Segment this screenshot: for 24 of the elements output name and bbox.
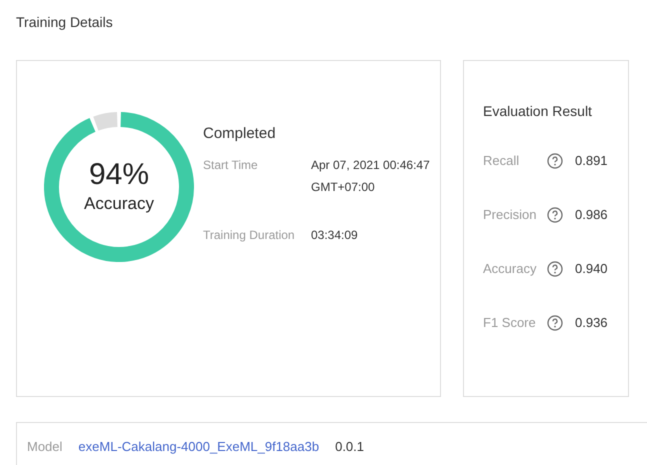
detail-label: Start Time bbox=[203, 156, 259, 174]
panel-title: Evaluation Result bbox=[483, 102, 593, 121]
metric-value: 0.986 bbox=[575, 206, 608, 224]
ring-label: Accuracy bbox=[84, 192, 154, 215]
model-link[interactable]: exeML-Cakalang-4000_ExeML_9f18aa3b bbox=[78, 437, 320, 465]
model-label: Model bbox=[27, 438, 62, 456]
detail-value: Apr 07, 2021 00:46:47 GMT+07:00 bbox=[311, 156, 431, 196]
help-icon[interactable] bbox=[547, 153, 563, 169]
ring-value: 94% bbox=[88, 158, 150, 191]
help-icon[interactable] bbox=[547, 207, 563, 223]
page-title: Training Details bbox=[15, 13, 114, 32]
help-icon[interactable] bbox=[547, 315, 563, 331]
metric-value: 0.936 bbox=[575, 314, 608, 332]
help-icon[interactable] bbox=[547, 261, 563, 277]
metric-value: 0.940 bbox=[575, 260, 608, 278]
metric-name: F1 Score bbox=[483, 314, 537, 332]
status-text: Completed bbox=[203, 124, 277, 144]
model-version: 0.0.1 bbox=[335, 438, 364, 456]
detail-label: Training Duration bbox=[203, 226, 296, 244]
metric-name: Accuracy bbox=[483, 260, 538, 278]
detail-value: 03:34:09 bbox=[311, 226, 359, 244]
metric-name: Precision bbox=[483, 206, 538, 224]
metric-value: 0.891 bbox=[575, 152, 608, 170]
metric-name: Recall bbox=[483, 152, 520, 170]
